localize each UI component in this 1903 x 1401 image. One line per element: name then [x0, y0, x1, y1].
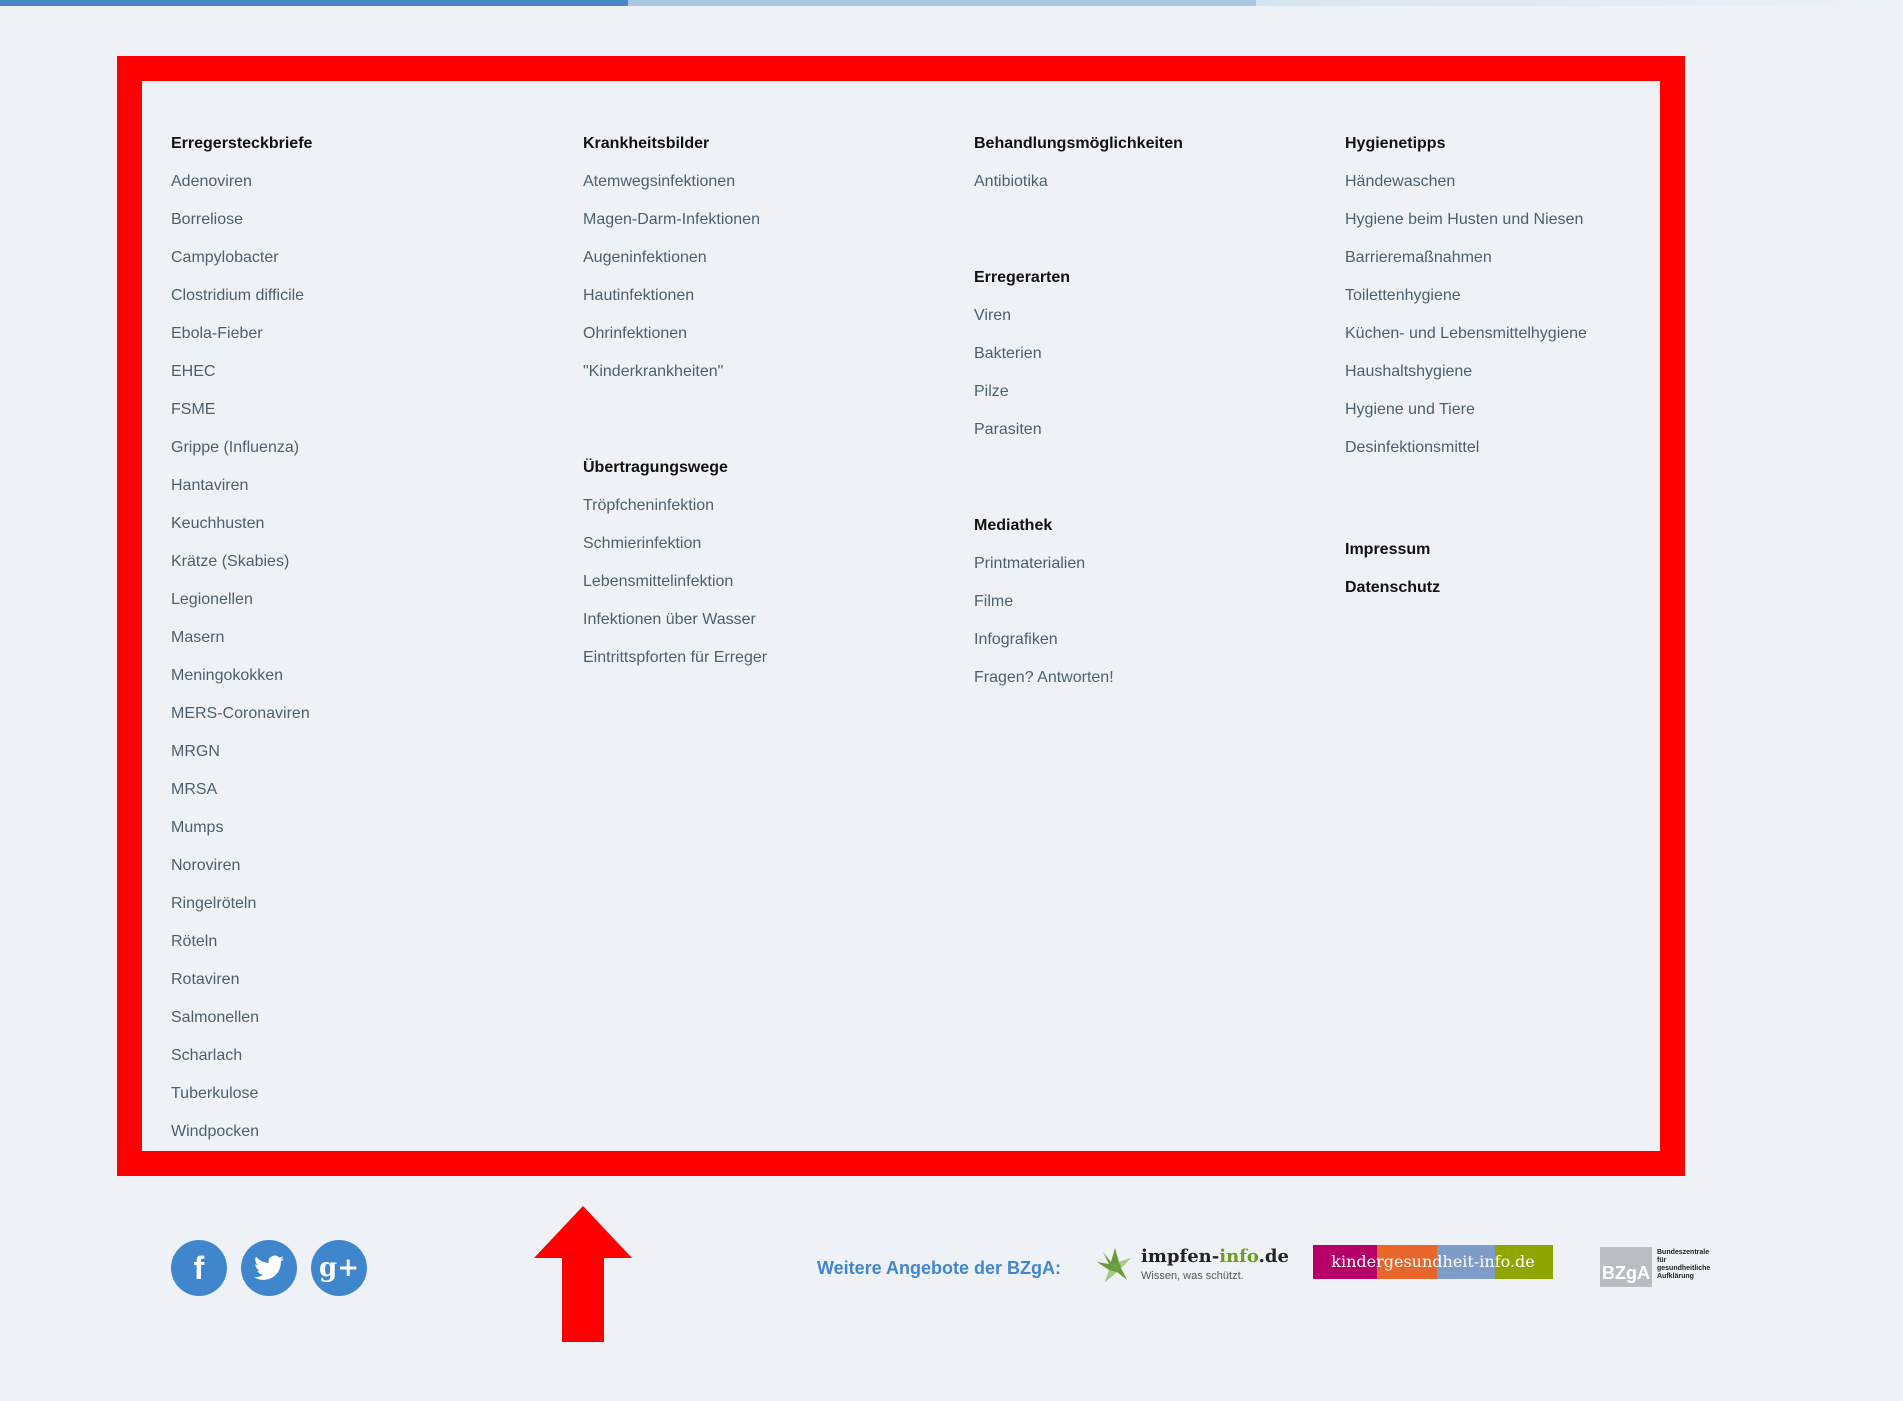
nav-link-grippe-influenza[interactable]: Grippe (Influenza): [171, 438, 312, 458]
nav-link-parasiten[interactable]: Parasiten: [974, 420, 1183, 440]
nav-link-legionellen[interactable]: Legionellen: [171, 590, 312, 610]
nav-link-lebensmittelinfektion[interactable]: Lebensmittelinfektion: [583, 572, 767, 592]
heading-erregerarten: Erregerarten: [974, 269, 1071, 286]
nav-link-ebola-fieber[interactable]: Ebola-Fieber: [171, 324, 312, 344]
heading-hygienetipps: Hygienetipps: [1345, 135, 1446, 152]
nav-link-tröpfcheninfektion[interactable]: Tröpfcheninfektion: [583, 496, 767, 516]
impressum-link[interactable]: Impressum: [1345, 540, 1587, 560]
nav-link-mumps[interactable]: Mumps: [171, 818, 312, 838]
nav-link-toilettenhygiene[interactable]: Toilettenhygiene: [1345, 286, 1587, 306]
heading-erregersteckbriefe: Erregersteckbriefe: [171, 135, 313, 152]
link-list: Händewaschen Hygiene beim Husten und Nies…: [1345, 172, 1587, 458]
nav-link-haushaltshygiene[interactable]: Haushaltshygiene: [1345, 362, 1587, 382]
heading-krankheitsbilder: Krankheitsbilder: [583, 135, 710, 152]
googleplus-button[interactable]: g+: [311, 1240, 367, 1296]
nav-link-mers-coronaviren[interactable]: MERS-Coronaviren: [171, 704, 312, 724]
nav-link-pilze[interactable]: Pilze: [974, 382, 1183, 402]
nav-link-ohrinfektionen[interactable]: Ohrinfektionen: [583, 324, 767, 344]
facebook-icon: f: [193, 1249, 205, 1286]
nav-link-hygiene-beim-husten-und-niesen[interactable]: Hygiene beim Husten und Niesen: [1345, 210, 1587, 230]
nav-link-ehec[interactable]: EHEC: [171, 362, 312, 382]
link-list: Tröpfcheninfektion Schmierinfektion Lebens…: [583, 496, 767, 668]
nav-link-infektionen-über-wasser[interactable]: Infektionen über Wasser: [583, 610, 767, 630]
bzga-logo-box: BZgA: [1600, 1247, 1652, 1287]
nav-link-printmaterialien[interactable]: Printmaterialien: [974, 554, 1183, 574]
column-behandlung: Behandlungsmöglichkeiten Antibiotika Err…: [974, 134, 1183, 706]
impfen-info-star-icon: [1097, 1248, 1131, 1282]
nav-link-hautinfektionen[interactable]: Hautinfektionen: [583, 286, 767, 306]
nav-link-infografiken[interactable]: Infografiken: [974, 630, 1183, 650]
nav-link-rotaviren[interactable]: Rotaviren: [171, 970, 312, 990]
column-hygienetipps: Hygienetipps Händewaschen Hygiene beim Hu…: [1345, 134, 1587, 616]
nav-link-mrgn[interactable]: MRGN: [171, 742, 312, 762]
nav-link-händewaschen[interactable]: Händewaschen: [1345, 172, 1587, 192]
nav-link-antibiotika[interactable]: Antibiotika: [974, 172, 1183, 192]
column-erregersteckbriefe: Erregersteckbriefe Adenoviren Borreliose C…: [171, 134, 312, 1160]
nav-link-adenoviren[interactable]: Adenoviren: [171, 172, 312, 192]
bzga-abbr: BZgA: [1602, 1263, 1650, 1283]
more-offers-label: Weitere Angebote der BZgA:: [817, 1258, 1062, 1278]
nav-link-krätze-skabies[interactable]: Krätze (Skabies): [171, 552, 312, 572]
nav-link-filme[interactable]: Filme: [974, 592, 1183, 612]
twitter-bird-icon: [254, 1255, 284, 1280]
red-up-arrow-annotation: [534, 1206, 632, 1342]
twitter-button[interactable]: [241, 1240, 297, 1296]
kindergesundheit-info-name: kindergesundheit-info.de: [1331, 1252, 1535, 1271]
nav-link-meningokokken[interactable]: Meningokokken: [171, 666, 312, 686]
link-list: Atemwegsinfektionen Magen-Darm-Infektione…: [583, 172, 767, 382]
nav-link-noroviren[interactable]: Noroviren: [171, 856, 312, 876]
impfen-info-tagline: Wissen, was schützt.: [1141, 1270, 1244, 1282]
nav-link-bakterien[interactable]: Bakterien: [974, 344, 1183, 364]
nav-link-windpocken[interactable]: Windpocken: [171, 1122, 312, 1142]
nav-link-augeninfektionen[interactable]: Augeninfektionen: [583, 248, 767, 268]
nav-link-viren[interactable]: Viren: [974, 306, 1183, 326]
datenschutz-link[interactable]: Datenschutz: [1345, 578, 1587, 598]
link-list: Printmaterialien Filme Infografiken Fragen?…: [974, 554, 1183, 688]
facebook-button[interactable]: f: [171, 1240, 227, 1296]
nav-link-hygiene-und-tiere[interactable]: Hygiene und Tiere: [1345, 400, 1587, 420]
nav-link-ringelröteln[interactable]: Ringelröteln: [171, 894, 312, 914]
nav-link-hantaviren[interactable]: Hantaviren: [171, 476, 312, 496]
nav-link-campylobacter[interactable]: Campylobacter: [171, 248, 312, 268]
link-list: Antibiotika: [974, 172, 1183, 192]
impfen-info-name: impfen-info.de: [1141, 1246, 1289, 1267]
sitemap-highlight-frame: Erregersteckbriefe Adenoviren Borreliose C…: [117, 56, 1685, 1176]
kindergesundheit-info-logo-link[interactable]: kindergesundheit-info.de: [1313, 1245, 1553, 1281]
nav-link-desinfektionsmittel[interactable]: Desinfektionsmittel: [1345, 438, 1587, 458]
nav-link-eintrittspforten-für-erreger[interactable]: Eintrittspforten für Erreger: [583, 648, 767, 668]
heading-mediathek: Mediathek: [974, 517, 1053, 534]
heading-uebertragungswege: Übertragungswege: [583, 459, 728, 476]
heading-behandlungsmoeglichkeiten: Behandlungsmöglichkeiten: [974, 135, 1183, 152]
bzga-logo-link[interactable]: BZgA Bundeszentrale für gesundheitliche …: [1600, 1247, 1712, 1287]
nav-link-fragen-antworten[interactable]: Fragen? Antworten!: [974, 668, 1183, 688]
nav-link-röteln[interactable]: Röteln: [171, 932, 312, 952]
nav-link-mrsa[interactable]: MRSA: [171, 780, 312, 800]
nav-link-clostridium-difficile[interactable]: Clostridium difficile: [171, 286, 312, 306]
top-progress-bar: [0, 0, 1903, 6]
nav-link-fsme[interactable]: FSME: [171, 400, 312, 420]
link-list: Viren Bakterien Pilze Parasiten: [974, 306, 1183, 440]
impfen-info-logo-link[interactable]: impfen-info.de Wissen, was schützt.: [1095, 1246, 1289, 1288]
nav-link-scharlach[interactable]: Scharlach: [171, 1046, 312, 1066]
googleplus-icon: g+: [319, 1253, 359, 1283]
nav-link-masern[interactable]: Masern: [171, 628, 312, 648]
nav-link-schmierinfektion[interactable]: Schmierinfektion: [583, 534, 767, 554]
nav-link-keuchhusten[interactable]: Keuchhusten: [171, 514, 312, 534]
column-krankheitsbilder: Krankheitsbilder Atemwegsinfektionen Mage…: [583, 134, 767, 686]
nav-link-küchen-und-lebensmittelhygiene[interactable]: Küchen- und Lebensmittelhygiene: [1345, 324, 1587, 344]
nav-link-barrieremaßnahmen[interactable]: Barrieremaßnahmen: [1345, 248, 1587, 268]
link-list: Adenoviren Borreliose Campylobacter Clostri…: [171, 172, 312, 1142]
nav-link-tuberkulose[interactable]: Tuberkulose: [171, 1084, 312, 1104]
nav-link-borreliose[interactable]: Borreliose: [171, 210, 312, 230]
nav-link-magen-darm-infektionen[interactable]: Magen-Darm-Infektionen: [583, 210, 767, 230]
nav-link-salmonellen[interactable]: Salmonellen: [171, 1008, 312, 1028]
nav-link-kinderkrankheiten[interactable]: "Kinderkrankheiten": [583, 362, 767, 382]
nav-link-atemwegsinfektionen[interactable]: Atemwegsinfektionen: [583, 172, 767, 192]
bzga-full-name: Bundeszentrale für gesundheitliche Aufkl…: [1657, 1249, 1711, 1280]
